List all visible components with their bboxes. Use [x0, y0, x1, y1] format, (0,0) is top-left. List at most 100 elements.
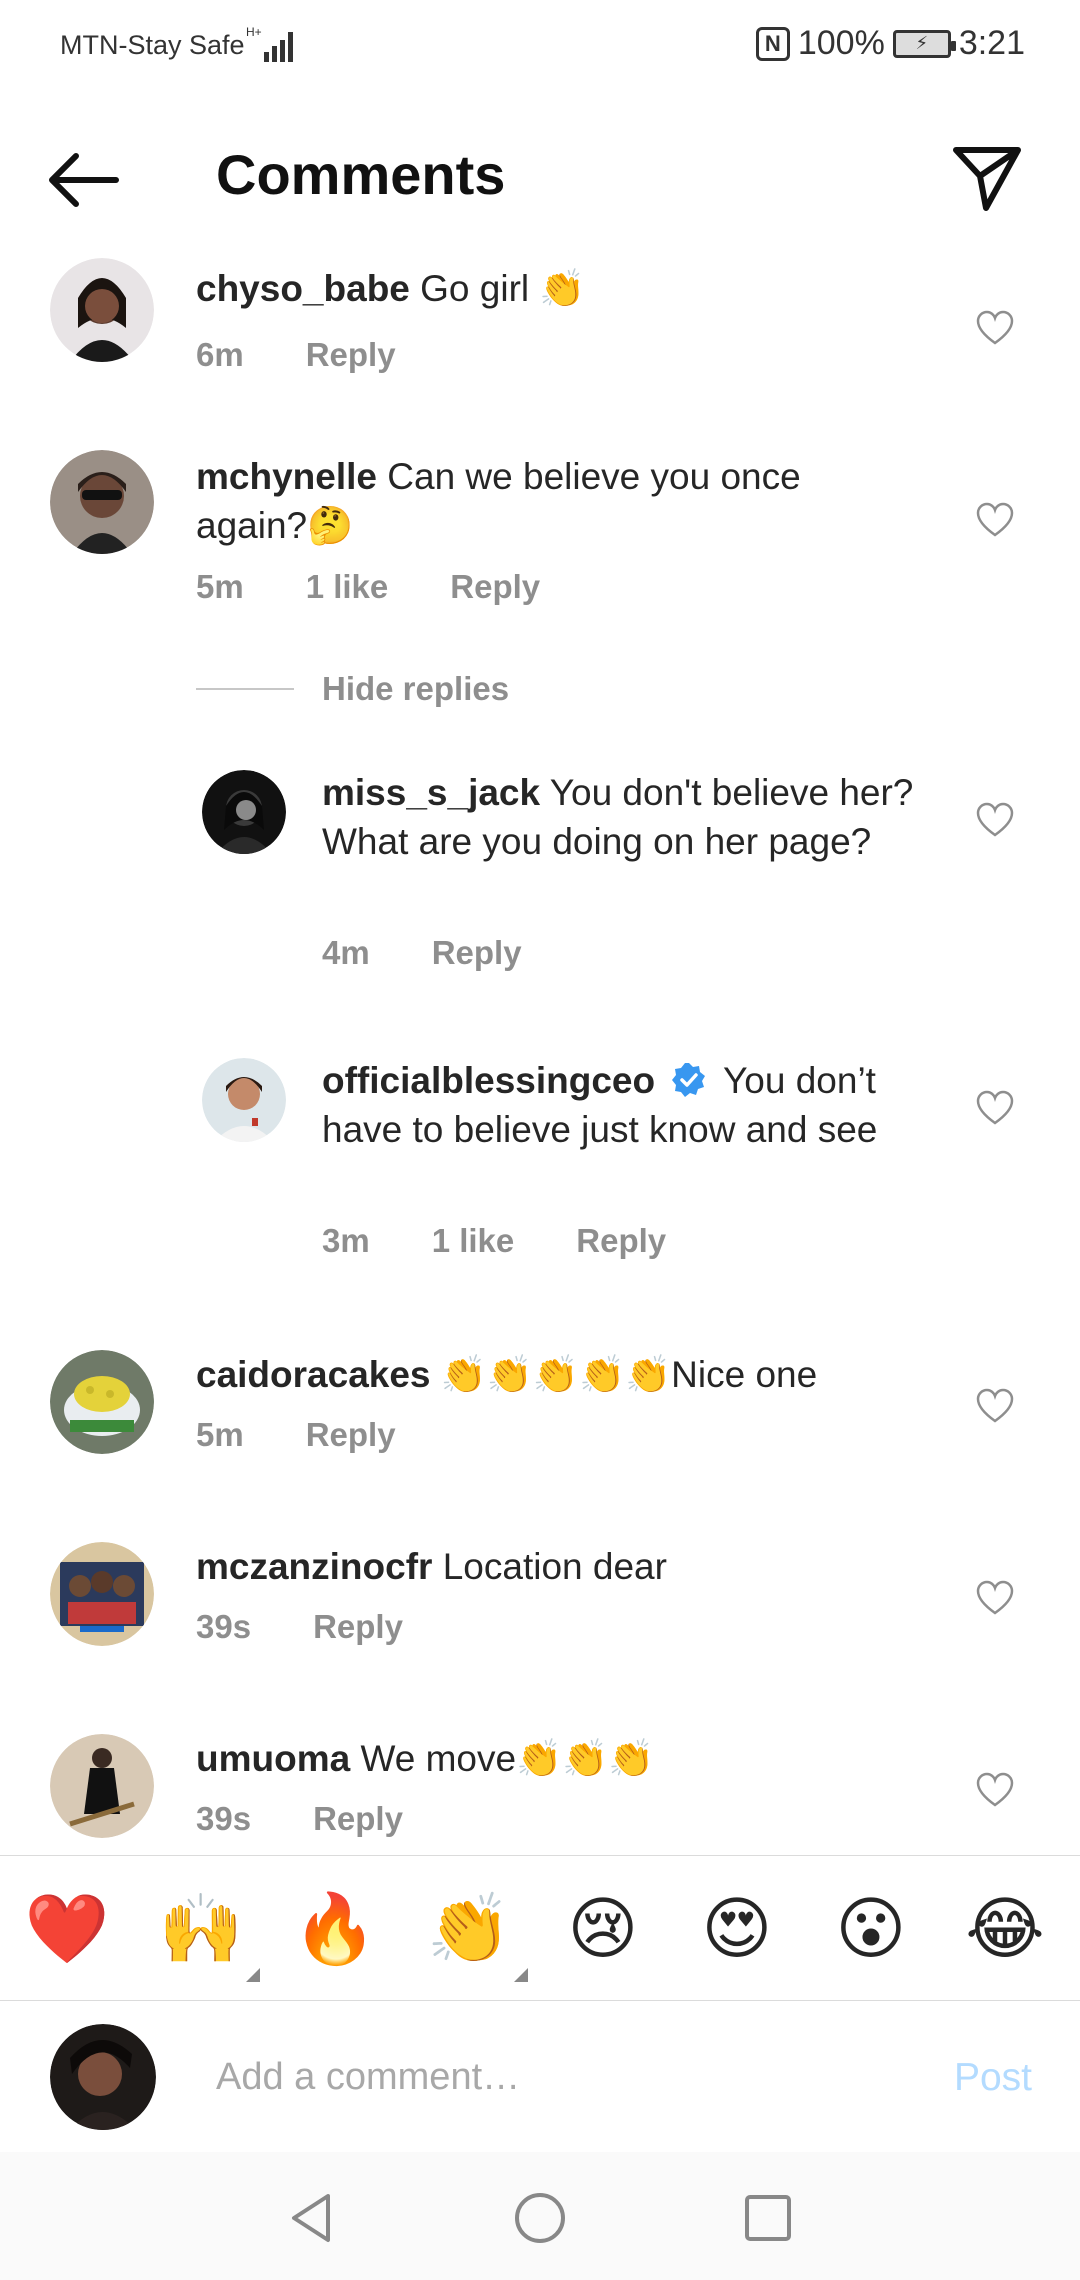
header: Comments — [0, 120, 1080, 232]
comment-message: We move — [360, 1738, 517, 1779]
carrier-name: MTN-Stay Safe — [60, 30, 245, 60]
system-nav-bar — [0, 2152, 1080, 2280]
reply-text: miss_s_jack You don't believe her? What … — [322, 768, 922, 866]
emoji-fire-button[interactable]: 🔥 — [290, 1884, 380, 1974]
like-heart-icon[interactable] — [976, 802, 1014, 838]
reply-time: 4m — [322, 934, 370, 971]
emoji-cry-button[interactable]: 😢 — [558, 1884, 648, 1974]
signal-icon: H+ — [246, 25, 293, 62]
comment-item: chyso_babe Go girl 👏 6m Reply — [0, 258, 1080, 378]
comment-username[interactable]: umuoma — [196, 1738, 350, 1779]
emoji-surprised-button[interactable]: 😮 — [826, 1884, 916, 1974]
comment-time: 5m — [196, 568, 244, 605]
avatar[interactable] — [202, 1058, 286, 1142]
avatar[interactable] — [202, 770, 286, 854]
like-heart-icon[interactable] — [976, 310, 1014, 346]
comment-text: chyso_babe Go girl 👏 — [196, 264, 916, 313]
comment-time: 39s — [196, 1608, 252, 1645]
emoji-quick-bar: ❤️ 🙌 🔥 👏 😢 😍 😮 😂 — [0, 1855, 1080, 2001]
comment-meta: 39s Reply — [196, 1608, 403, 1646]
reply-button[interactable]: Reply — [313, 1800, 403, 1838]
comment-meta: 39s Reply — [196, 1800, 403, 1838]
reply-button[interactable]: Reply — [313, 1608, 403, 1646]
back-arrow-icon[interactable] — [44, 150, 124, 210]
reply-text: officialblessingceo You don’t have to be… — [322, 1056, 922, 1154]
avatar[interactable] — [50, 450, 154, 554]
comment-composer: Post — [0, 2002, 1080, 2152]
avatar[interactable] — [50, 1542, 154, 1646]
avatar[interactable] — [50, 258, 154, 362]
comment-username[interactable]: mchynelle — [196, 456, 377, 497]
comment-time: 6m — [196, 336, 244, 373]
emoji-heart-eyes-button[interactable]: 😍 — [692, 1884, 782, 1974]
divider-line — [196, 688, 294, 690]
post-button[interactable]: Post — [954, 2056, 1032, 2100]
comment-item: mchynelle Can we believe you once again?… — [0, 448, 1080, 648]
comment-item: mczanzinocfr Location dear 39s Reply — [0, 1536, 1080, 1656]
like-heart-icon[interactable] — [976, 1580, 1014, 1616]
reply-meta: 4m Reply — [322, 934, 522, 972]
reply-button[interactable]: Reply — [576, 1222, 666, 1260]
reply-meta: 3m 1 like Reply — [322, 1222, 666, 1260]
my-avatar — [50, 2024, 156, 2130]
comment-time: 5m — [196, 1416, 244, 1453]
comment-text: caidoracakes 👏👏👏👏👏Nice one — [196, 1350, 916, 1399]
hide-replies-label: Hide replies — [322, 670, 510, 707]
comment-message: Go girl — [420, 268, 530, 309]
comment-item: umuoma We move👏👏👏 39s Reply — [0, 1728, 1080, 1848]
like-heart-icon[interactable] — [976, 1388, 1014, 1424]
comment-emoji: 🤔 — [307, 504, 354, 547]
like-heart-icon[interactable] — [976, 1090, 1014, 1126]
battery-percent: 100% — [797, 24, 885, 62]
svg-text:H+: H+ — [246, 25, 262, 39]
hide-replies-toggle[interactable]: Hide replies — [196, 670, 509, 708]
comments-list[interactable]: chyso_babe Go girl 👏 6m Reply mchynelle … — [0, 240, 1080, 1850]
comment-emoji: 👏👏👏 — [516, 1737, 655, 1780]
comment-message: Location dear — [442, 1546, 667, 1587]
nav-recents-icon[interactable] — [740, 2190, 796, 2246]
comment-username[interactable]: mczanzinocfr — [196, 1546, 432, 1587]
battery-icon: ⚡ — [892, 29, 956, 58]
avatar[interactable] — [50, 1734, 154, 1838]
nav-home-icon[interactable] — [512, 2190, 568, 2246]
reply-item: officialblessingceo You don’t have to be… — [0, 1056, 1080, 1259]
likes-count[interactable]: 1 like — [432, 1222, 515, 1260]
comment-time: 39s — [196, 1800, 252, 1837]
reply-button[interactable]: Reply — [306, 336, 396, 374]
skin-tone-indicator-icon — [514, 1968, 528, 1982]
likes-count[interactable]: 1 like — [306, 568, 389, 606]
comment-meta: 5m Reply — [196, 1416, 396, 1454]
skin-tone-indicator-icon — [246, 1968, 260, 1982]
comment-text: mchynelle Can we believe you once again?… — [196, 452, 916, 550]
like-heart-icon[interactable] — [976, 502, 1014, 538]
nfc-icon: N — [755, 26, 790, 61]
reply-username[interactable]: miss_s_jack — [322, 772, 540, 813]
emoji-raised-hands-button[interactable]: 🙌 — [156, 1884, 260, 1982]
avatar[interactable] — [50, 1350, 154, 1454]
send-icon[interactable] — [950, 140, 1024, 214]
comment-text: mczanzinocfr Location dear — [196, 1542, 916, 1591]
reply-button[interactable]: Reply — [306, 1416, 396, 1454]
page-title: Comments — [216, 143, 506, 206]
comment-username[interactable]: chyso_babe — [196, 268, 410, 309]
reply-time: 3m — [322, 1222, 370, 1259]
reply-button[interactable]: Reply — [450, 568, 540, 606]
nav-back-icon[interactable] — [284, 2190, 340, 2246]
comment-emoji: 👏👏👏👏👏 — [440, 1353, 672, 1396]
status-bar: MTN-Stay Safe H+ N 100% ⚡ 3:21 — [0, 0, 1080, 92]
emoji-laugh-button[interactable]: 😂 — [960, 1884, 1050, 1974]
emoji-clap-button[interactable]: 👏 — [424, 1884, 528, 1982]
comment-message: Nice one — [671, 1354, 818, 1395]
comment-username[interactable]: caidoracakes — [196, 1354, 431, 1395]
comment-emoji: 👏 — [539, 267, 586, 310]
emoji-heart-button[interactable]: ❤️ — [22, 1884, 112, 1974]
comment-item: caidoracakes 👏👏👏👏👏Nice one 5m Reply — [0, 1344, 1080, 1464]
comment-input[interactable] — [216, 2042, 916, 2112]
comment-meta: 5m 1 like Reply — [196, 568, 540, 606]
like-heart-icon[interactable] — [976, 1772, 1014, 1808]
clock: 3:21 — [958, 24, 1025, 62]
reply-button[interactable]: Reply — [432, 934, 522, 972]
comment-text: umuoma We move👏👏👏 — [196, 1734, 916, 1783]
reply-username[interactable]: officialblessingceo — [322, 1060, 655, 1101]
comment-meta: 6m Reply — [196, 336, 396, 374]
